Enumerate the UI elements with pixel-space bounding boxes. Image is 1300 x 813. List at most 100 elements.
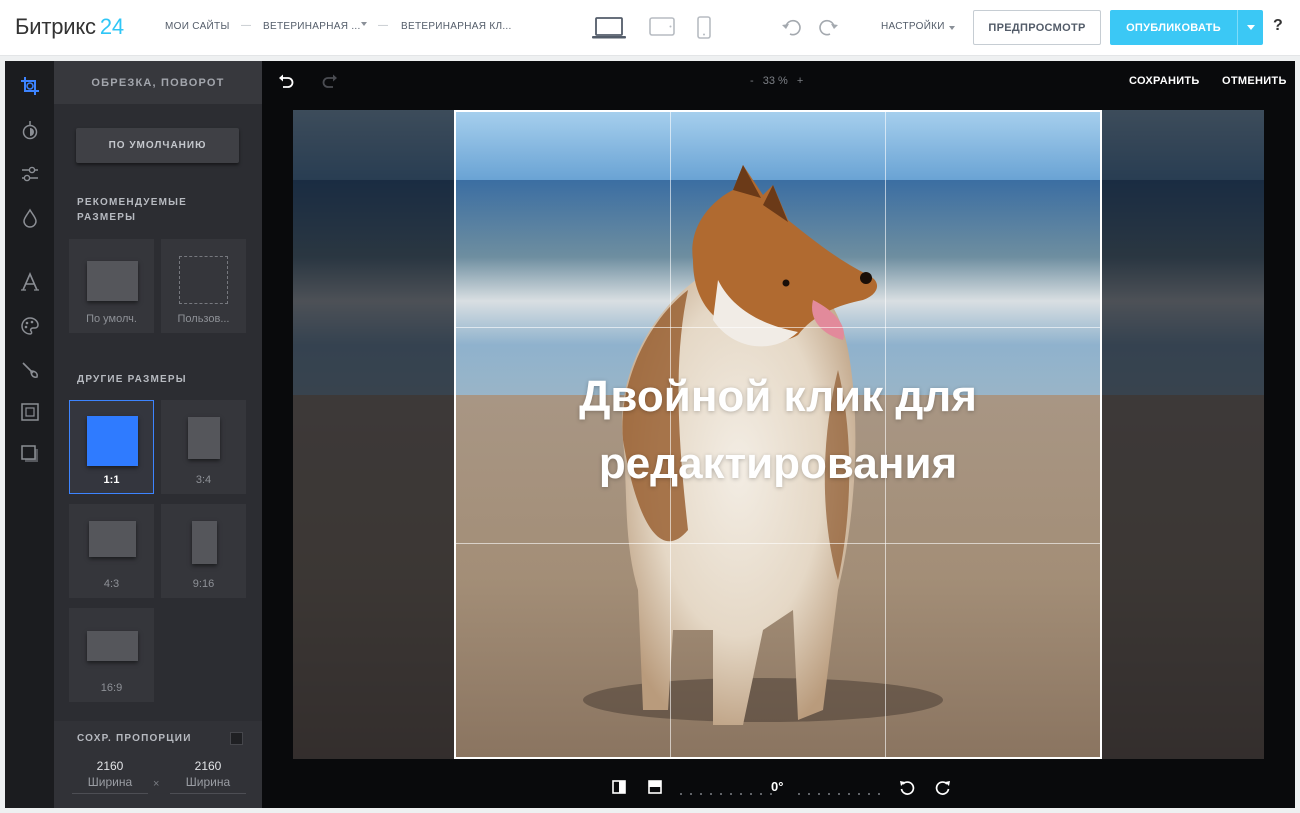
size-option-3-4[interactable]: 3:4 xyxy=(161,400,246,494)
redo-icon[interactable] xyxy=(322,73,338,89)
height-field[interactable]: 2160 Ширина xyxy=(170,759,246,794)
crop-grid-line xyxy=(456,327,1100,328)
size-preview xyxy=(179,256,228,304)
breadcrumb-site[interactable]: ВЕТЕРИНАРНАЯ ... xyxy=(263,21,361,32)
breadcrumb-site-caret-icon[interactable] xyxy=(361,22,367,26)
drop-icon xyxy=(23,208,37,228)
logo-number: 24 xyxy=(99,14,124,39)
logo[interactable]: Битрикс 24 xyxy=(15,14,124,40)
height-caption: Ширина xyxy=(185,775,231,789)
size-option-custom[interactable]: Пользов... xyxy=(161,239,246,333)
flip-horizontal-icon[interactable] xyxy=(612,780,626,794)
crop-shade-right xyxy=(1102,110,1264,759)
shadow-icon xyxy=(21,445,38,462)
logo-text: Битрикс xyxy=(15,14,96,39)
cancel-button[interactable]: ОТМЕНИТЬ xyxy=(1222,75,1287,87)
publish-dropdown-button[interactable] xyxy=(1237,10,1263,45)
size-option-9-16[interactable]: 9:16 xyxy=(161,504,246,598)
crop-shade-left xyxy=(293,110,454,759)
publish-button[interactable]: ОПУБЛИКОВАТЬ xyxy=(1110,10,1237,45)
breadcrumb-page[interactable]: ВЕТЕРИНАРНАЯ КЛ... xyxy=(401,21,512,32)
image-editor: ОБРЕЗКА, ПОВОРОТ ПО УМОЛЧАНИЮ РЕКОМЕНДУЕ… xyxy=(5,61,1295,808)
shadow-tool[interactable] xyxy=(18,442,42,466)
rotation-scale-left[interactable] xyxy=(680,793,772,795)
dimension-separator: × xyxy=(153,778,160,790)
field-underline xyxy=(72,793,148,794)
recommended-sizes-title: РЕКОМЕНДУЕМЫЕ РАЗМЕРЫ xyxy=(77,197,187,223)
flip-vertical-icon[interactable] xyxy=(648,780,662,794)
breadcrumb-my-sites[interactable]: МОИ САЙТЫ xyxy=(165,21,230,32)
crop-grid-line xyxy=(456,543,1100,544)
width-value[interactable]: 2160 xyxy=(72,759,148,773)
keep-ratio-label: СОХР. ПРОПОРЦИИ xyxy=(77,733,192,744)
default-button[interactable]: ПО УМОЛЧАНИЮ xyxy=(76,128,239,163)
crop-panel: ОБРЕЗКА, ПОВОРОТ ПО УМОЛЧАНИЮ РЕКОМЕНДУЕ… xyxy=(54,61,262,808)
frame-icon xyxy=(21,403,39,421)
size-option-1-1[interactable]: 1:1 xyxy=(69,400,154,494)
size-preview xyxy=(188,417,220,459)
phone-icon[interactable] xyxy=(697,16,711,40)
brush-tool[interactable] xyxy=(18,358,42,382)
laptop-icon[interactable] xyxy=(591,16,627,40)
size-preview xyxy=(192,521,217,564)
rotate-left-icon[interactable] xyxy=(899,780,915,796)
keep-ratio-checkbox[interactable] xyxy=(230,732,243,745)
color-tool[interactable] xyxy=(18,206,42,230)
size-option-4-3[interactable]: 4:3 xyxy=(69,504,154,598)
size-preview xyxy=(87,261,138,301)
zoom-control: - 33 % + xyxy=(750,75,803,87)
rotate-right-icon[interactable] xyxy=(935,780,951,796)
field-underline xyxy=(170,793,246,794)
image-stage[interactable]: Двойной клик для редактирования xyxy=(293,110,1264,759)
frame-tool[interactable] xyxy=(18,400,42,424)
size-option-default[interactable]: По умолч. xyxy=(69,239,154,333)
crop-icon xyxy=(21,77,39,95)
size-option-label: 9:16 xyxy=(192,578,215,590)
rotation-scale-right[interactable] xyxy=(798,793,880,795)
tool-rail xyxy=(5,61,54,808)
brightness-tool[interactable] xyxy=(18,118,42,142)
redo-icon[interactable] xyxy=(817,17,839,39)
width-caption: Ширина xyxy=(87,775,133,789)
width-field[interactable]: 2160 Ширина xyxy=(72,759,148,794)
panel-title: ОБРЕЗКА, ПОВОРОТ xyxy=(54,61,262,104)
help-button[interactable]: ? xyxy=(1273,17,1283,35)
chevron-down-icon xyxy=(1246,25,1255,30)
undo-icon[interactable] xyxy=(781,17,803,39)
keep-ratio-section: СОХР. ПРОПОРЦИИ 2160 Ширина × 2160 Ширин… xyxy=(54,721,262,808)
rotation-angle: 0° xyxy=(771,779,784,794)
top-bar: Битрикс 24 МОИ САЙТЫ — ВЕТЕРИНАРНАЯ ... —… xyxy=(0,0,1300,56)
undo-icon[interactable] xyxy=(278,73,294,89)
size-preview xyxy=(87,631,138,661)
size-option-label: По умолч. xyxy=(86,313,137,325)
brush-icon xyxy=(22,362,38,378)
zoom-level: 33 % xyxy=(762,75,788,87)
other-sizes-title: ДРУГИЕ РАЗМЕРЫ xyxy=(77,374,187,385)
edit-hint-text: Двойной клик для редактирования xyxy=(579,372,977,488)
text-tool[interactable] xyxy=(18,270,42,294)
canvas-area: - 33 % + СОХРАНИТЬ ОТМЕНИТЬ Двойной клик… xyxy=(262,61,1295,808)
settings-caret-icon[interactable] xyxy=(949,26,955,30)
preview-button[interactable]: ПРЕДПРОСМОТР xyxy=(973,10,1101,45)
rotation-bar: 0° xyxy=(262,768,1295,808)
size-preview xyxy=(89,521,136,557)
size-option-label: Пользов... xyxy=(177,313,230,325)
adjust-tool[interactable] xyxy=(18,162,42,186)
size-option-label: 4:3 xyxy=(103,578,120,590)
settings-menu[interactable]: НАСТРОЙКИ xyxy=(881,21,945,32)
size-option-label: 1:1 xyxy=(103,474,120,486)
palette-icon xyxy=(21,317,39,335)
sticker-tool[interactable] xyxy=(18,314,42,338)
tablet-icon[interactable] xyxy=(649,16,675,38)
crop-tool[interactable] xyxy=(18,74,42,98)
size-option-16-9[interactable]: 16:9 xyxy=(69,608,154,702)
text-icon xyxy=(21,272,39,291)
zoom-in-button[interactable]: + xyxy=(797,75,803,87)
save-button[interactable]: СОХРАНИТЬ xyxy=(1129,75,1200,87)
zoom-out-button[interactable]: - xyxy=(750,75,754,87)
breadcrumb-separator: — xyxy=(378,20,388,31)
breadcrumb-separator: — xyxy=(241,20,251,31)
size-option-label: 3:4 xyxy=(195,474,212,486)
size-option-label: 16:9 xyxy=(100,682,123,694)
height-value[interactable]: 2160 xyxy=(170,759,246,773)
